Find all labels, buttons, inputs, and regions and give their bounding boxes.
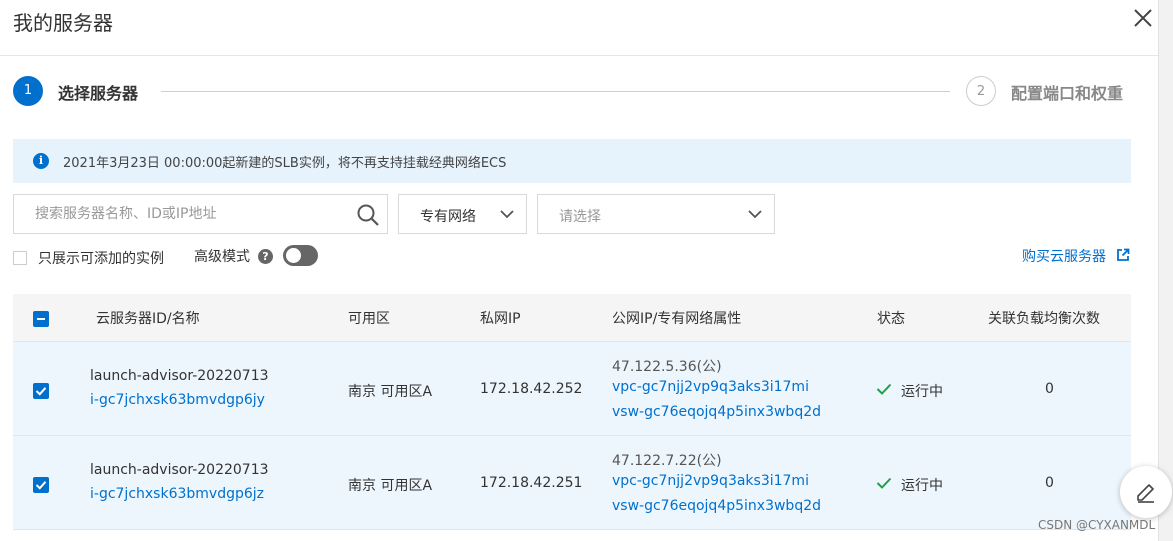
server-id-link[interactable]: i-gc7jchxsk63bmvdgp6jy	[90, 392, 265, 408]
help-icon[interactable]: ?	[258, 249, 273, 264]
dialog-title: 我的服务器	[13, 11, 113, 35]
toggle-knob	[286, 248, 301, 263]
header-status: 状态	[877, 311, 905, 327]
public-ip: 47.122.5.36(公)	[612, 359, 722, 375]
step-1-label: 选择服务器	[58, 84, 139, 103]
table-header: 云服务器ID/名称 可用区 私网IP 公网IP/专有网络属性 状态 关联负载均衡…	[13, 294, 1131, 342]
check-icon	[876, 383, 892, 395]
server-name: launch-advisor-20220713	[90, 368, 269, 384]
step-connector	[161, 91, 950, 92]
watermark: CSDN @CYXANMDL	[1038, 518, 1156, 532]
step-1-number: 1	[13, 76, 43, 106]
header-zone: 可用区	[348, 311, 390, 327]
chevron-down-icon	[748, 210, 762, 219]
vpc-link[interactable]: vpc-gc7njj2vp9q3aks3i17mi	[612, 473, 809, 489]
table-row[interactable]: launch-advisor-20220713 i-gc7jchxsk63bmv…	[13, 436, 1131, 530]
vpc-select[interactable]: 请选择	[537, 194, 775, 234]
advanced-mode-label: 高级模式	[194, 249, 250, 265]
network-type-value: 专有网络	[420, 209, 476, 225]
header-lb-count: 关联负载均衡次数	[988, 311, 1100, 327]
lb-count: 0	[1045, 381, 1054, 397]
vpc-link[interactable]: vpc-gc7njj2vp9q3aks3i17mi	[612, 379, 809, 395]
buy-server-link[interactable]: 购买云服务器	[1022, 246, 1106, 266]
search-input[interactable]	[15, 196, 345, 232]
lb-count: 0	[1045, 475, 1054, 491]
step-2-number: 2	[966, 76, 996, 106]
step-2-label: 配置端口和权重	[1011, 84, 1124, 103]
vsw-link[interactable]: vsw-gc76eqojq4p5inx3wbq2d	[612, 404, 821, 420]
header-private-ip: 私网IP	[480, 311, 521, 327]
search-box	[13, 194, 388, 234]
select-all-checkbox[interactable]	[33, 311, 49, 327]
status-text: 运行中	[901, 384, 943, 400]
table-row[interactable]: launch-advisor-20220713 i-gc7jchxsk63bmv…	[13, 342, 1131, 436]
scrollbar-track[interactable]	[1158, 0, 1173, 541]
external-link-icon[interactable]	[1116, 248, 1130, 262]
status-text: 运行中	[901, 478, 943, 494]
server-dialog: 我的服务器 1 选择服务器 2 配置端口和权重 i 2021年3月23日 00:…	[0, 0, 1158, 541]
zone: 南京 可用区A	[348, 478, 433, 494]
private-ip: 172.18.42.251	[480, 475, 583, 491]
search-icon[interactable]	[356, 203, 380, 227]
public-ip: 47.122.7.22(公)	[612, 453, 722, 469]
zone: 南京 可用区A	[348, 384, 433, 400]
advanced-mode-toggle[interactable]	[283, 245, 318, 266]
only-addable-label[interactable]: 只展示可添加的实例	[38, 248, 164, 268]
info-icon: i	[33, 153, 49, 169]
stepper: 1 选择服务器 2 配置端口和权重	[13, 76, 1158, 108]
check-icon	[876, 477, 892, 489]
notice-banner: i 2021年3月23日 00:00:00起新建的SLB实例，将不再支持挂载经典…	[13, 139, 1131, 183]
row-checkbox[interactable]	[33, 477, 49, 493]
network-type-select[interactable]: 专有网络	[398, 194, 527, 234]
chevron-down-icon	[500, 210, 514, 219]
server-name: launch-advisor-20220713	[90, 462, 269, 478]
edit-button[interactable]	[1120, 466, 1172, 518]
dialog-header: 我的服务器	[0, 0, 1158, 56]
vsw-link[interactable]: vsw-gc76eqojq4p5inx3wbq2d	[612, 498, 821, 514]
header-public-ip: 公网IP/专有网络属性	[612, 311, 742, 327]
server-id-link[interactable]: i-gc7jchxsk63bmvdgp6jz	[90, 486, 264, 502]
close-icon[interactable]	[1130, 5, 1156, 31]
edit-icon	[1137, 484, 1154, 503]
private-ip: 172.18.42.252	[480, 381, 583, 397]
row-checkbox[interactable]	[33, 383, 49, 399]
notice-text: 2021年3月23日 00:00:00起新建的SLB实例，将不再支持挂载经典网络…	[63, 156, 507, 171]
options-row: 只展示可添加的实例 高级模式 ? 购买云服务器	[13, 245, 1131, 267]
vpc-select-placeholder: 请选择	[559, 209, 601, 225]
only-addable-checkbox[interactable]	[13, 251, 27, 265]
header-server-id: 云服务器ID/名称	[96, 311, 200, 327]
